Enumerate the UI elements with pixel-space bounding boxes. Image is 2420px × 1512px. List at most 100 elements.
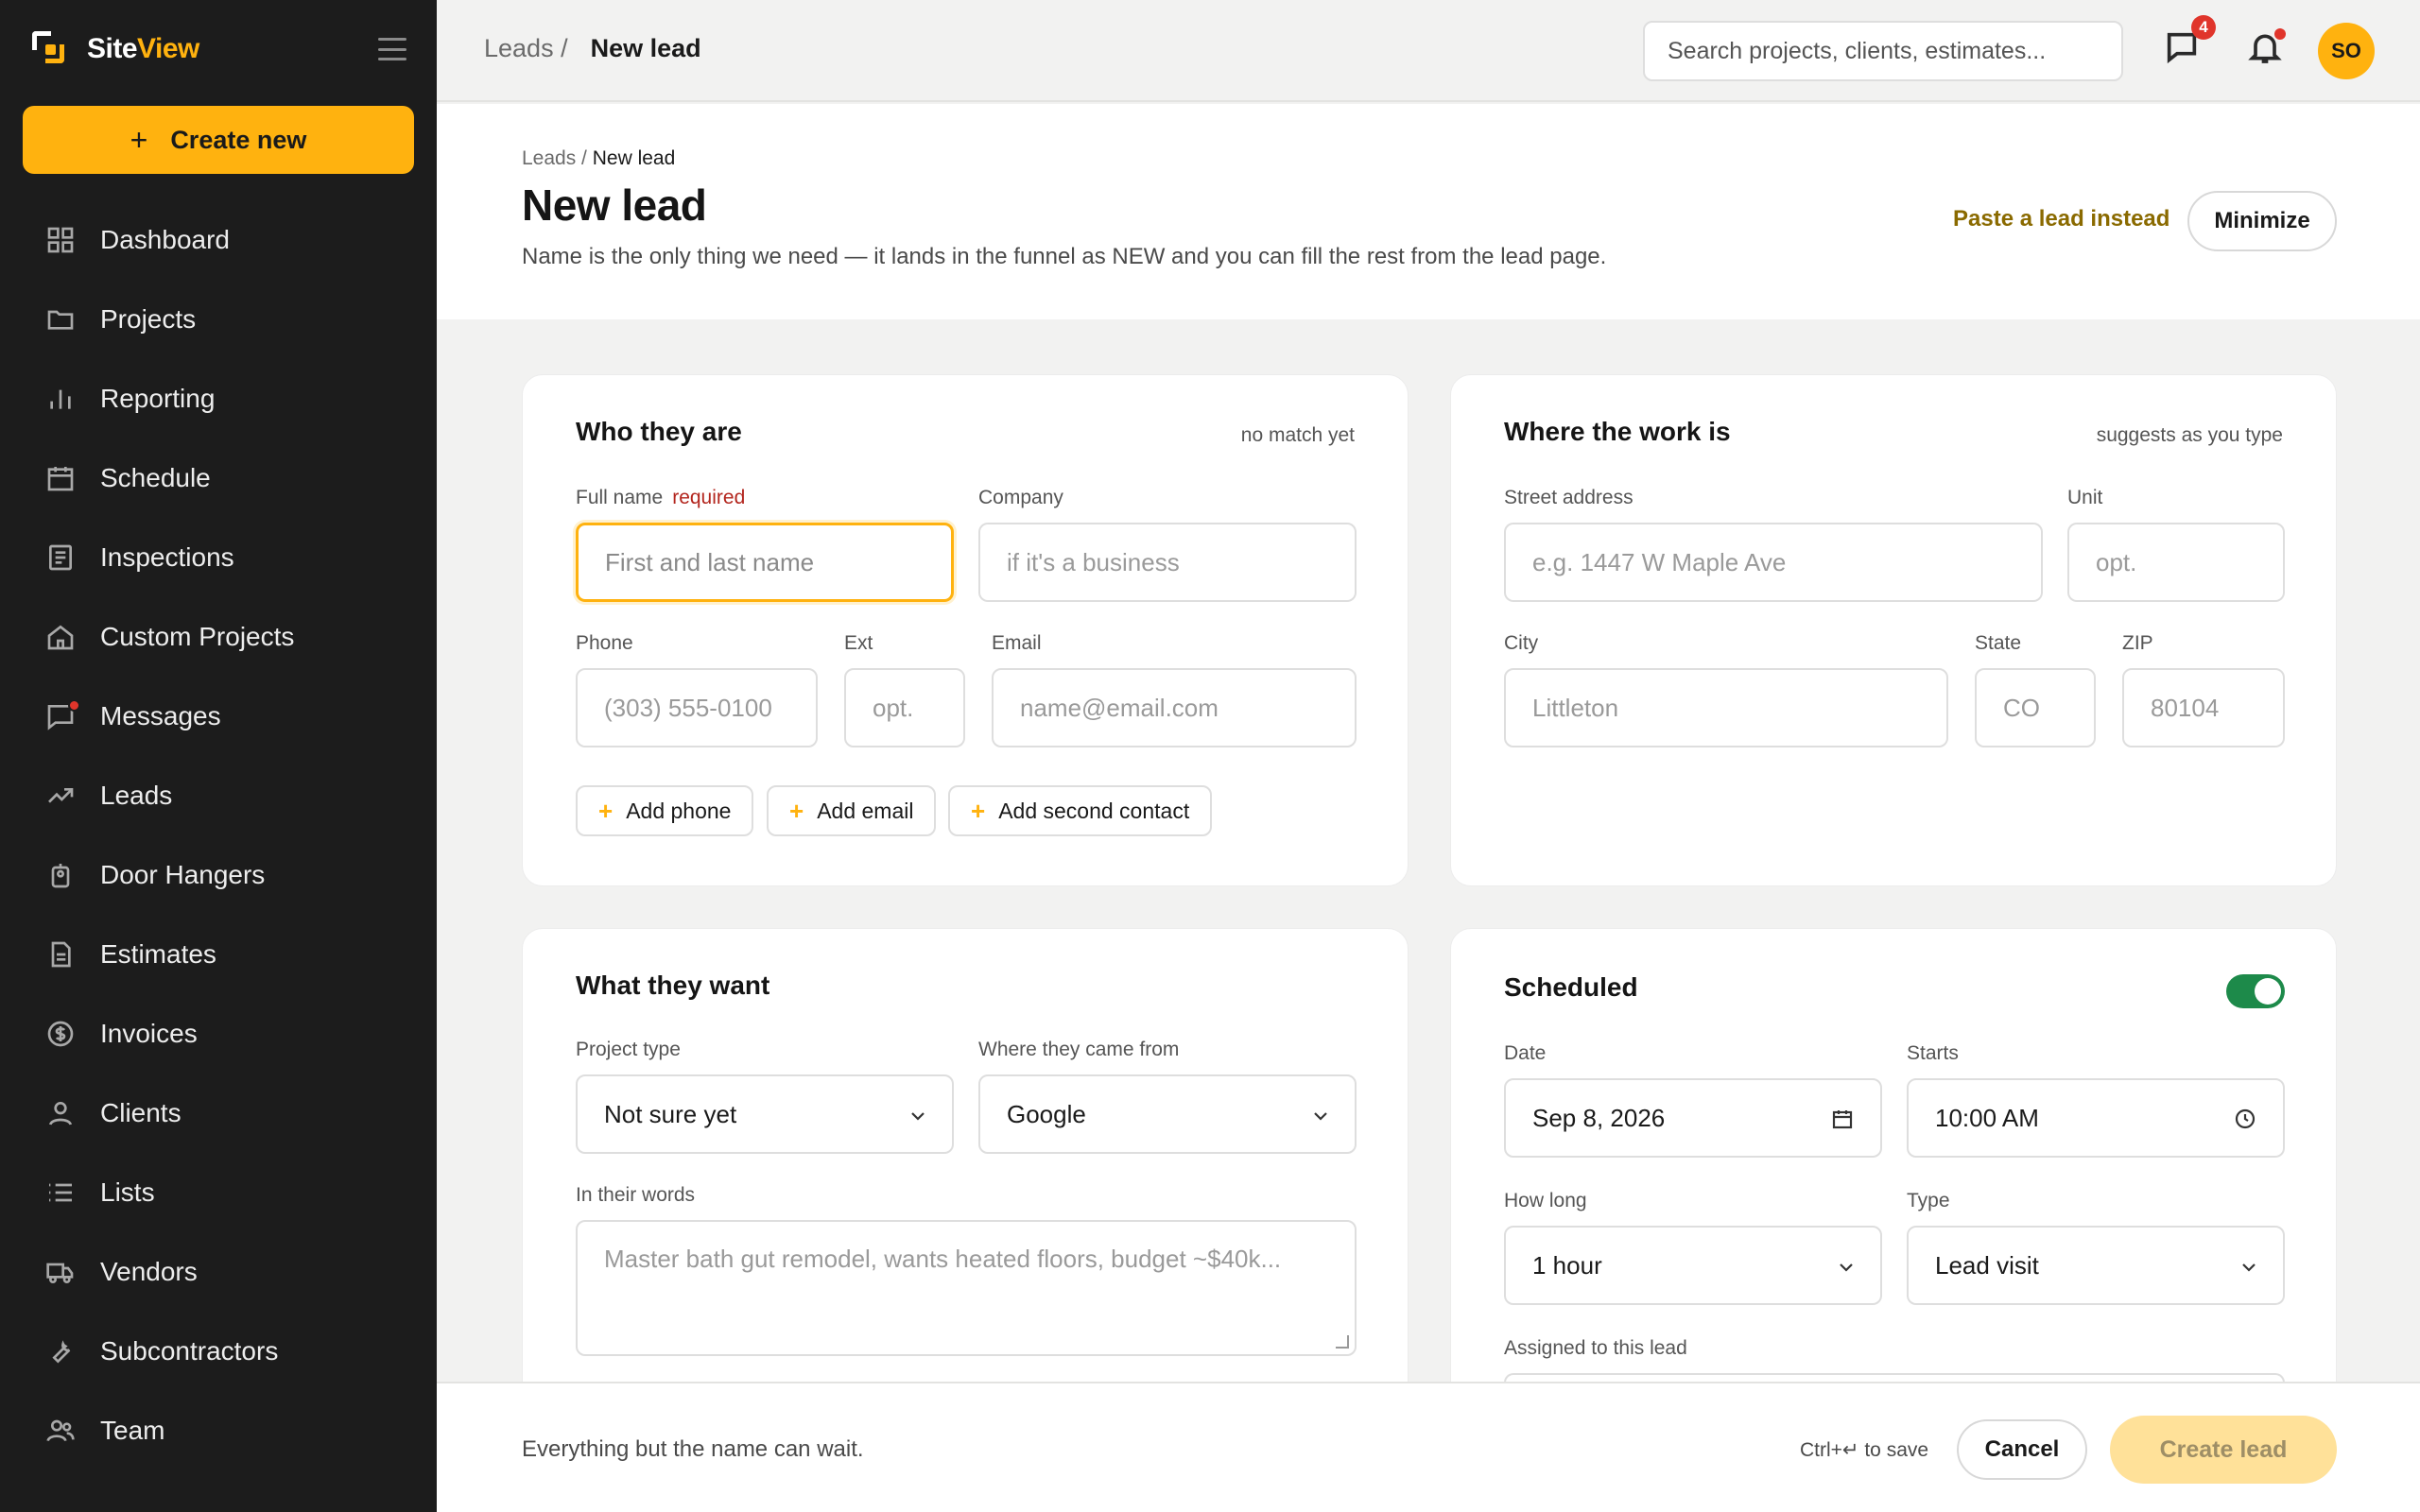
sidebar-item-messages[interactable]: Messages — [0, 677, 437, 756]
page-breadcrumb-parent[interactable]: Leads / — [522, 147, 593, 169]
sidebar-item-schedule[interactable]: Schedule — [0, 438, 437, 518]
dollar-icon — [45, 1019, 76, 1049]
project-type-select[interactable]: Not sure yet — [576, 1074, 954, 1154]
street-address-input[interactable]: e.g. 1447 W Maple Ave — [1504, 523, 2043, 602]
calendar-icon[interactable] — [1831, 1108, 1854, 1130]
calendar-icon — [45, 463, 76, 493]
company-input[interactable]: if it's a business — [978, 523, 1357, 602]
chevron-down-icon — [1309, 1105, 1330, 1125]
sidebar-item-lists[interactable]: Lists — [0, 1153, 437, 1232]
form-footer: Everything but the name can wait. Ctrl+↵… — [437, 1382, 2420, 1512]
search-input[interactable]: Search projects, clients, estimates... — [1643, 21, 2123, 81]
scheduled-toggle[interactable] — [2226, 974, 2285, 1008]
sidebar-item-vendors[interactable]: Vendors — [0, 1232, 437, 1312]
cancel-button[interactable]: Cancel — [1957, 1419, 2087, 1480]
brand[interactable]: SiteView — [32, 30, 199, 68]
full-name-input[interactable]: First and last name — [576, 523, 954, 602]
add-email-button[interactable]: + Add email — [767, 785, 937, 836]
date-value: Sep 8, 2026 — [1532, 1103, 1666, 1132]
in-their-words-textarea[interactable]: Master bath gut remodel, wants heated fl… — [576, 1220, 1357, 1356]
phone-label: Phone — [576, 632, 633, 654]
sidebar-item-subcontractors[interactable]: Subcontractors — [0, 1312, 437, 1391]
grid-icon — [45, 225, 76, 255]
plus-icon: + — [598, 796, 614, 825]
plus-icon: + — [789, 796, 804, 825]
card-title: Who they are — [576, 417, 742, 446]
project-type-value: Not sure yet — [604, 1099, 737, 1128]
add-phone-button[interactable]: + Add phone — [576, 785, 754, 836]
sidebar-item-estimates[interactable]: Estimates — [0, 915, 437, 994]
city-label: City — [1504, 632, 1539, 654]
trend-icon — [45, 781, 76, 811]
paste-lead-link[interactable]: Paste a lead instead — [1953, 206, 2169, 232]
lead-source-select[interactable]: Google — [978, 1074, 1357, 1154]
breadcrumb-parent[interactable]: Leads / — [484, 34, 568, 63]
state-label: State — [1975, 632, 2022, 654]
sidebar-item-invoices[interactable]: Invoices — [0, 994, 437, 1074]
email-label: Email — [992, 632, 1042, 654]
autocomplete-note: suggests as you type — [2096, 424, 2283, 446]
chat-icon — [2163, 32, 2201, 70]
sidebar-item-leads[interactable]: Leads — [0, 756, 437, 835]
sidebar-item-custom-projects[interactable]: Custom Projects — [0, 597, 437, 677]
visit-type-select[interactable]: Lead visit — [1907, 1226, 2285, 1305]
sidebar-item-team[interactable]: Team — [0, 1391, 437, 1470]
ext-input[interactable]: opt. — [844, 668, 965, 747]
team-icon — [45, 1416, 76, 1446]
page-header: Leads / New lead New lead Name is the on… — [437, 104, 2420, 319]
toggle-knob — [2255, 978, 2281, 1005]
sidebar-item-door-hangers[interactable]: Door Hangers — [0, 835, 437, 915]
sidebar: SiteView + Create new Dashboard Projects… — [0, 0, 437, 1512]
chevron-down-icon — [2238, 1256, 2258, 1277]
phone-input[interactable]: (303) 555-0100 — [576, 668, 818, 747]
page-breadcrumb-current: New lead — [592, 147, 676, 169]
street-label: Street address — [1504, 487, 1634, 508]
sidebar-item-reporting[interactable]: Reporting — [0, 359, 437, 438]
messages-notification-dot — [68, 699, 80, 712]
keyboard-shortcut-hint: Ctrl+↵ to save — [1800, 1439, 1929, 1461]
lead-source-value: Google — [1007, 1099, 1086, 1128]
user-icon — [45, 1098, 76, 1128]
messages-button[interactable]: 4 — [2163, 15, 2216, 70]
minimize-button[interactable]: Minimize — [2187, 191, 2337, 251]
zip-input[interactable]: 80104 — [2122, 668, 2285, 747]
email-input[interactable]: name@email.com — [992, 668, 1357, 747]
notification-dot — [2274, 28, 2286, 40]
avatar[interactable]: SO — [2318, 23, 2375, 79]
date-label: Date — [1504, 1042, 1547, 1064]
city-input[interactable]: Littleton — [1504, 668, 1948, 747]
resize-handle-icon[interactable] — [1336, 1335, 1349, 1349]
bar-chart-icon — [45, 384, 76, 414]
folder-icon — [45, 304, 76, 335]
notifications-button[interactable] — [2246, 28, 2288, 70]
add-second-contact-button[interactable]: + Add second contact — [948, 785, 1213, 836]
sidebar-item-inspections[interactable]: Inspections — [0, 518, 437, 597]
starts-label: Starts — [1907, 1042, 1959, 1064]
unit-input[interactable]: opt. — [2067, 523, 2285, 602]
document-icon — [45, 939, 76, 970]
start-time-input[interactable]: 10:00 AM — [1907, 1078, 2285, 1158]
duration-label: How long — [1504, 1190, 1587, 1211]
tag-icon — [45, 860, 76, 890]
sidebar-item-projects[interactable]: Projects — [0, 280, 437, 359]
date-input[interactable]: Sep 8, 2026 — [1504, 1078, 1882, 1158]
sidebar-item-clients[interactable]: Clients — [0, 1074, 437, 1153]
type-label: Type — [1907, 1190, 1950, 1211]
required-tag: required — [672, 487, 746, 508]
where-card: Where the work is suggests as you type S… — [1450, 374, 2337, 886]
duration-select[interactable]: 1 hour — [1504, 1226, 1882, 1305]
create-lead-button[interactable]: Create lead — [2110, 1416, 2337, 1484]
state-input[interactable]: CO — [1975, 668, 2096, 747]
clock-icon[interactable] — [2234, 1108, 2256, 1130]
sidebar-item-dashboard[interactable]: Dashboard — [0, 200, 437, 280]
house-icon — [45, 622, 76, 652]
duration-value: 1 hour — [1532, 1250, 1602, 1280]
unit-label: Unit — [2067, 487, 2103, 508]
footer-note: Everything but the name can wait. — [522, 1436, 864, 1462]
page-title: New lead — [522, 180, 707, 230]
full-name-label: Full name required — [576, 487, 746, 508]
ext-label: Ext — [844, 632, 873, 654]
create-new-button[interactable]: + Create new — [23, 106, 414, 174]
menu-toggle-icon[interactable] — [378, 38, 406, 60]
list-icon — [45, 1177, 76, 1208]
